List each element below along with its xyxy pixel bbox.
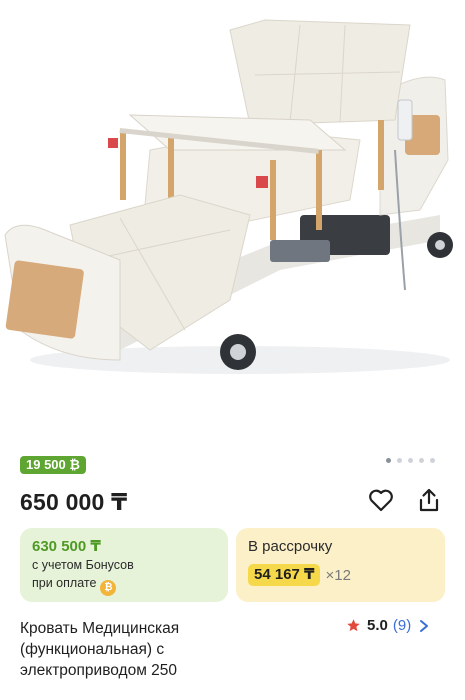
rating-link[interactable]: 5.0 (9) — [346, 617, 429, 634]
coin-icon: ₿ — [100, 580, 117, 596]
share-icon — [419, 488, 439, 512]
product-price: 650 000 ₸ — [20, 489, 128, 515]
installment-monthly-price: 54 167 ₸ — [248, 564, 321, 586]
product-title-line: (функциональная) с — [20, 641, 165, 658]
bonus-price-card[interactable]: 630 500 ₸ с учетом Бонусов при оплате ₿ — [20, 528, 228, 602]
favorite-button[interactable] — [366, 485, 396, 515]
star-icon — [347, 619, 360, 632]
carousel-dot[interactable] — [408, 458, 413, 463]
image-carousel-indicator[interactable] — [386, 458, 435, 463]
rating-score: 5.0 — [367, 617, 388, 634]
installment-term: ×12 — [325, 566, 351, 584]
bonus-note-line2: при оплате ₿ — [32, 574, 216, 596]
review-count[interactable]: (9) — [393, 617, 411, 634]
product-title-line: электроприводом 250 — [20, 662, 178, 679]
bonus-note-text: при оплате — [32, 576, 97, 590]
bonus-note-line1: с учетом Бонусов — [32, 558, 134, 572]
product-title-line: Кровать Медицинская — [20, 620, 180, 637]
share-button[interactable] — [414, 485, 444, 515]
carousel-dot[interactable] — [386, 458, 391, 463]
carousel-dot[interactable] — [430, 458, 435, 463]
medical-bed-illustration — [4, 19, 453, 374]
installment-label: В рассрочку — [248, 538, 333, 555]
heart-icon — [369, 489, 393, 512]
product-title: Кровать Медицинская (функциональная) с э… — [20, 618, 320, 681]
carousel-dot[interactable] — [419, 458, 424, 463]
installment-card[interactable]: В рассрочку 54 167 ₸ ×12 — [236, 528, 445, 602]
bonus-badge: 19 500 ₿ — [20, 456, 86, 474]
bonus-price: 630 500 ₸ — [32, 538, 101, 555]
carousel-dot[interactable] — [397, 458, 402, 463]
chevron-right-icon — [420, 619, 429, 632]
product-image[interactable] — [0, 0, 465, 440]
